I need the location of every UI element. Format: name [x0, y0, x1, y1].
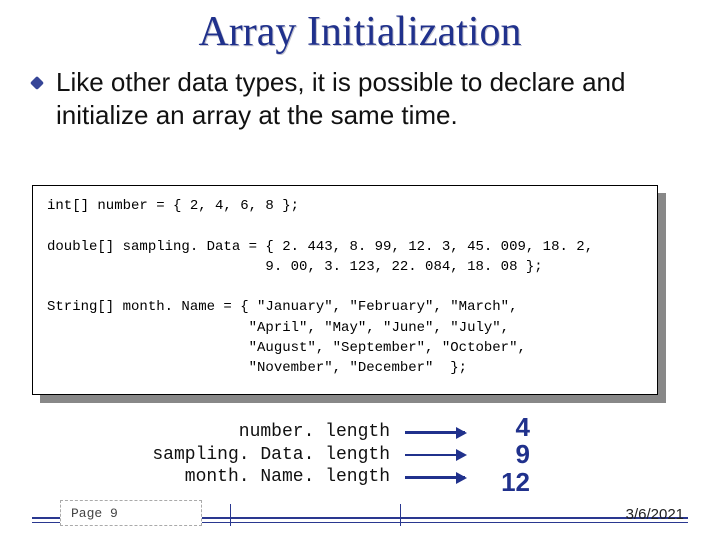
slide: Array Initialization Like other data typ…: [0, 0, 720, 540]
bullet-paragraph: Like other data types, it is possible to…: [36, 66, 694, 131]
length-values: 4 9 12: [480, 414, 530, 496]
bullet-icon: [30, 76, 44, 90]
footer-divider: [230, 504, 231, 526]
slide-date: 3/6/2021: [626, 506, 684, 523]
arrow-icon: [405, 454, 465, 457]
length-labels: number. length sampling. Data. length mo…: [80, 421, 390, 489]
footer: Page 9 3/6/2021: [0, 517, 720, 526]
page-number-box: Page 9: [60, 500, 202, 526]
arrow-icon: [405, 431, 465, 434]
bullet-text: Like other data types, it is possible to…: [56, 67, 625, 130]
slide-title: Array Initialization: [26, 8, 694, 56]
length-demo: number. length sampling. Data. length mo…: [80, 420, 620, 490]
code-box: int[] number = { 2, 4, 6, 8 }; double[] …: [32, 185, 658, 395]
arrow-icon: [405, 476, 465, 479]
arrows-group: [390, 419, 480, 491]
footer-divider: [400, 504, 401, 526]
